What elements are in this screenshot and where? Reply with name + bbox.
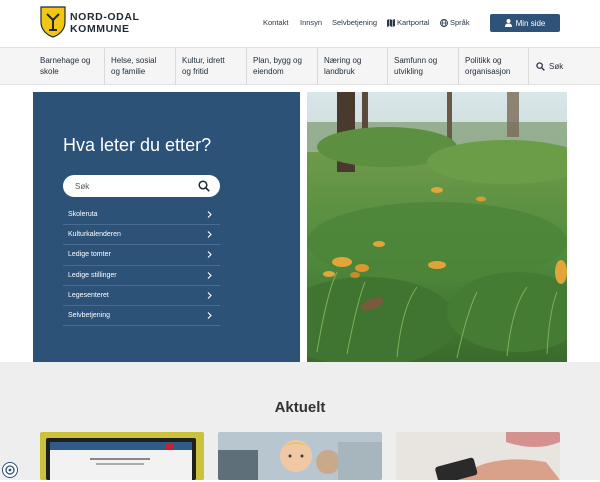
nav-label-line2: eiendom (253, 67, 284, 76)
min-side-button[interactable]: Min side (490, 14, 560, 32)
search-icon[interactable] (198, 180, 210, 192)
quick-link-ledige-stillinger[interactable]: Ledige stillinger (63, 266, 220, 286)
hero-search-box[interactable] (63, 175, 220, 197)
news-card-1[interactable] (40, 432, 204, 480)
municipality-logo[interactable] (40, 6, 66, 38)
nav-label-line1: Barnehage og (40, 56, 91, 65)
nav-label-line1: Kultur, idrett (182, 56, 225, 65)
quick-link-label: Kulturkalenderen (68, 231, 121, 239)
user-icon (504, 19, 512, 27)
nav-label-line2: landbruk (324, 67, 355, 76)
chevron-right-icon (207, 312, 212, 319)
chevron-right-icon (207, 231, 212, 239)
nav-label-line1: Helse, sosial (111, 56, 157, 65)
news-card-3[interactable] (396, 432, 560, 480)
globe-icon (440, 18, 448, 27)
map-icon (387, 18, 395, 27)
chevron-right-icon (207, 291, 212, 299)
logo-line-1: NORD-ODAL (70, 11, 140, 23)
nav-label-line2: utvikling (394, 67, 423, 76)
min-side-label: Min side (515, 18, 546, 28)
nav-item-samfunn-utvikling[interactable]: Samfunn og utvikling (387, 48, 458, 85)
search-icon (536, 62, 545, 71)
search-panel: Hva leter du etter? Skoleruta Kulturkale… (33, 92, 300, 362)
nav-search-label: Søk (549, 62, 564, 71)
util-link-sprak[interactable]: Språk (440, 18, 470, 27)
nav-label-line2: og fritid (182, 67, 209, 76)
quick-link-label: Ledige stillinger (68, 271, 117, 279)
nav-label-line2: organisasjon (465, 67, 511, 76)
quick-link-label: Ledige tomter (68, 251, 111, 259)
nav-search-button[interactable]: Søk (528, 48, 600, 85)
nav-label-line1: Samfunn og (394, 56, 438, 65)
news-card-2-image (218, 432, 382, 480)
util-link-kontakt[interactable]: Kontakt (263, 18, 288, 27)
news-card-1-image (40, 432, 204, 480)
nav-item-barnehage-skole[interactable]: Barnehage og skole (34, 48, 104, 85)
news-card-3-image (396, 432, 560, 480)
cookie-settings-icon[interactable] (2, 462, 18, 478)
quick-links-list: Skoleruta Kulturkalenderen Ledige tomter… (63, 205, 220, 327)
hero-search-input[interactable] (75, 178, 195, 194)
nav-label-line2: og familie (111, 67, 146, 76)
hero-title: Hva leter du etter? (63, 135, 212, 155)
quick-link-ledige-tomter[interactable]: Ledige tomter (63, 245, 220, 266)
util-link-label: Kartportal (397, 18, 430, 27)
quick-link-label: Legesenteret (68, 291, 109, 299)
quick-link-kulturkalenderen[interactable]: Kulturkalenderen (63, 225, 220, 246)
nav-label-line1: Plan, bygg og (253, 56, 302, 65)
util-link-selvbetjening[interactable]: Selvbetjening (332, 18, 377, 27)
nav-label-line2: skole (40, 67, 59, 76)
main-navigation: Barnehage og skole Helse, sosial og fami… (0, 47, 600, 85)
util-link-label: Selvbetjening (332, 18, 378, 27)
logo-text[interactable]: NORD-ODAL KOMMUNE (70, 11, 140, 35)
nav-item-politikk-organisasjon[interactable]: Politikk og organisasjon (458, 48, 528, 85)
util-link-innsyn[interactable]: Innsyn (300, 18, 322, 27)
nav-label-line1: Politikk og (465, 56, 502, 65)
util-link-kartportal[interactable]: Kartportal (387, 18, 430, 27)
chevron-right-icon (207, 271, 212, 279)
news-section: Aktuelt (0, 362, 600, 480)
quick-link-selvbetjening[interactable]: Selvbetjening (63, 306, 220, 327)
site-header: NORD-ODAL KOMMUNE Kontakt Innsyn Selvbet… (0, 0, 600, 46)
nav-item-helse-sosial[interactable]: Helse, sosial og familie (104, 48, 175, 85)
quick-link-label: Selvbetjening (68, 312, 111, 320)
chevron-right-icon (207, 211, 212, 218)
util-link-label: Kontakt (263, 18, 289, 27)
nav-item-naering-landbruk[interactable]: Næring og landbruk (317, 48, 387, 85)
nav-label-line1: Næring og (324, 56, 362, 65)
nav-item-kultur-idrett[interactable]: Kultur, idrett og fritid (175, 48, 246, 85)
util-link-label: Innsyn (300, 18, 323, 27)
quick-link-skoleruta[interactable]: Skoleruta (63, 205, 220, 226)
nav-item-plan-bygg[interactable]: Plan, bygg og eiendom (246, 48, 317, 85)
news-card-2[interactable] (218, 432, 382, 480)
util-link-label: Språk (450, 18, 470, 27)
chevron-right-icon (207, 251, 212, 259)
forest-photo (307, 92, 567, 362)
logo-line-2: KOMMUNE (70, 23, 130, 35)
news-title: Aktuelt (274, 399, 326, 416)
quick-link-legesenteret[interactable]: Legesenteret (63, 286, 220, 306)
quick-link-label: Skoleruta (68, 211, 98, 219)
